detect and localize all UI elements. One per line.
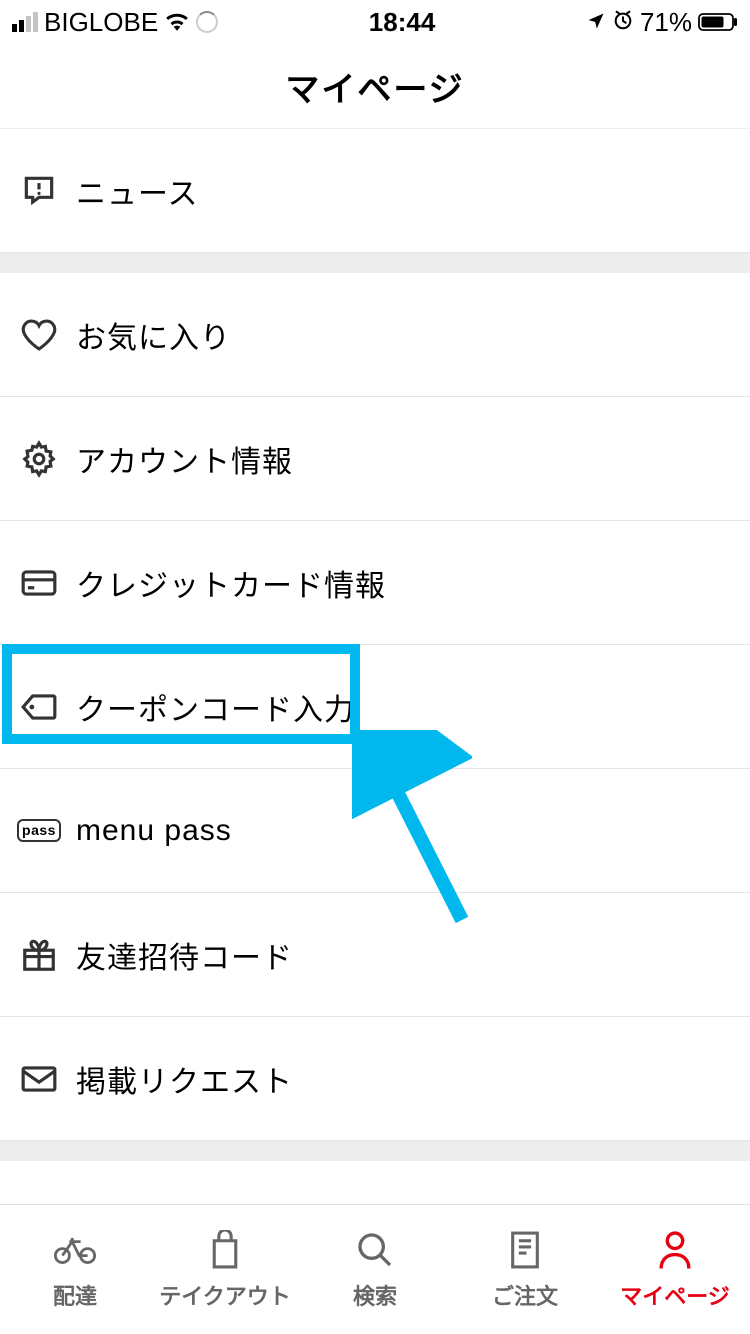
section-divider <box>0 1141 750 1161</box>
battery-label: 71% <box>640 7 692 38</box>
list-item-coupon[interactable]: クーポンコード入力 <box>0 645 750 769</box>
news-icon <box>20 172 58 210</box>
carrier-label: BIGLOBE <box>44 7 158 38</box>
tab-delivery[interactable]: 配達 <box>0 1205 150 1334</box>
list-item-credit[interactable]: クレジットカード情報 <box>0 521 750 645</box>
list-item-label: 掲載リクエスト <box>76 1057 293 1101</box>
list-item-news[interactable]: ニュース <box>0 129 750 253</box>
list-item-label: ニュース <box>76 169 199 213</box>
list-item-label: お気に入り <box>76 313 231 357</box>
gear-icon <box>20 440 58 478</box>
gift-icon <box>20 936 58 974</box>
status-left: BIGLOBE <box>12 7 218 38</box>
bag-icon <box>204 1229 246 1271</box>
list-item-menupass[interactable]: pass menu pass <box>0 769 750 893</box>
list-item-label: アカウント情報 <box>76 437 293 481</box>
list-item-label: クレジットカード情報 <box>76 561 386 605</box>
tab-label: テイクアウト <box>159 1279 291 1311</box>
loading-icon <box>196 11 218 33</box>
alarm-icon <box>612 7 634 38</box>
heart-icon <box>20 316 58 354</box>
list-item-favorites[interactable]: お気に入り <box>0 273 750 397</box>
mail-icon <box>20 1060 58 1098</box>
battery-icon <box>698 7 738 38</box>
person-icon <box>654 1229 696 1271</box>
status-bar: BIGLOBE 18:44 71% <box>0 0 750 44</box>
page-title: マイページ <box>285 62 464 111</box>
tab-label: ご注文 <box>492 1279 558 1311</box>
list-item-label: クーポンコード入力 <box>76 685 355 729</box>
list-item-account[interactable]: アカウント情報 <box>0 397 750 521</box>
tab-search[interactable]: 検索 <box>300 1205 450 1334</box>
bicycle-icon <box>54 1229 96 1271</box>
tag-icon <box>20 688 58 726</box>
list-item-request[interactable]: 掲載リクエスト <box>0 1017 750 1141</box>
pass-icon: pass <box>20 812 58 850</box>
tab-label: 検索 <box>353 1279 397 1311</box>
section-divider <box>0 253 750 273</box>
search-icon <box>354 1229 396 1271</box>
content-area: ニュース お気に入り アカウント情報 クレジットカード情報 クーポンコード入力 … <box>0 129 750 1204</box>
tab-bar: 配達 テイクアウト 検索 ご注文 マイページ <box>0 1204 750 1334</box>
status-right: 71% <box>586 7 738 38</box>
tab-label: マイページ <box>620 1279 730 1311</box>
list-item-label: menu pass <box>76 814 232 848</box>
receipt-icon <box>504 1229 546 1271</box>
list-item-invite[interactable]: 友達招待コード <box>0 893 750 1017</box>
signal-icon <box>12 12 38 32</box>
tab-takeout[interactable]: テイクアウト <box>150 1205 300 1334</box>
tab-order[interactable]: ご注文 <box>450 1205 600 1334</box>
status-time: 18:44 <box>369 7 436 38</box>
tab-mypage[interactable]: マイページ <box>600 1205 750 1334</box>
list-item-label: 友達招待コード <box>76 933 293 977</box>
location-icon <box>586 7 606 38</box>
tab-label: 配達 <box>53 1279 97 1311</box>
wifi-icon <box>164 7 190 38</box>
page-header: マイページ <box>0 44 750 129</box>
card-icon <box>20 564 58 602</box>
